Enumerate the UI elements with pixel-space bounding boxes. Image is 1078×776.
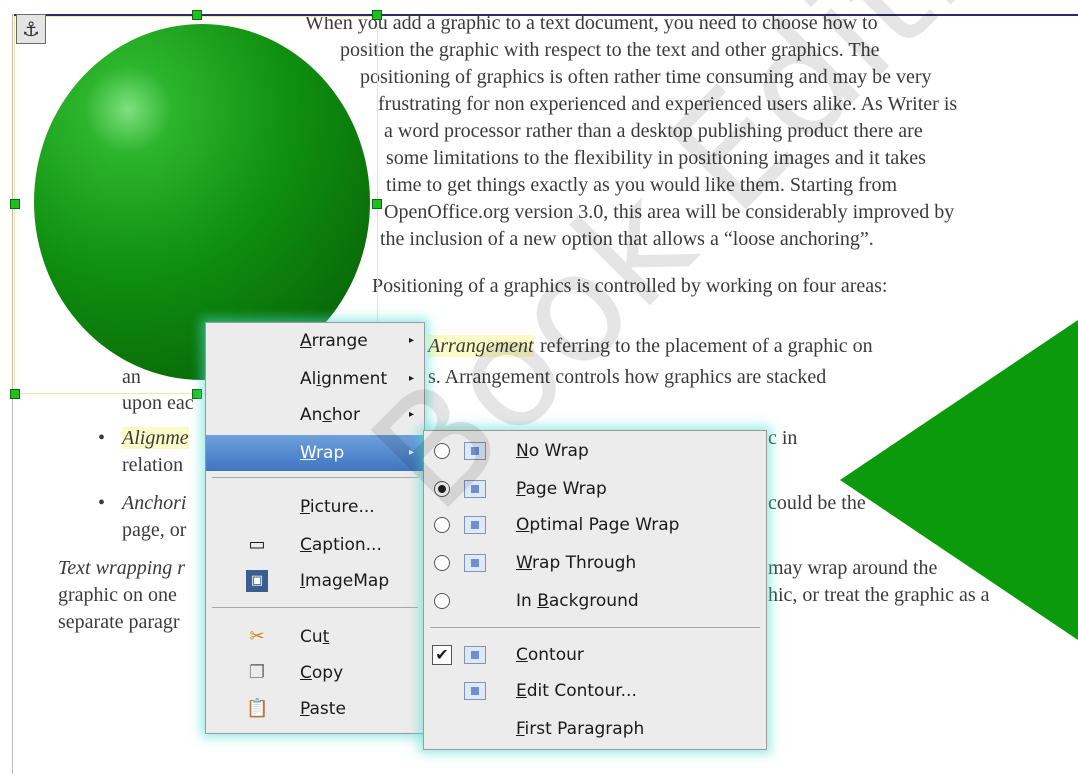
radio-button[interactable] xyxy=(434,443,450,459)
checkbox-checked[interactable]: ✔ xyxy=(432,645,452,665)
menu-item-label: Wrap Through xyxy=(516,553,637,573)
radio-button[interactable] xyxy=(434,593,450,609)
doc-line-2: position the graphic with respect to the… xyxy=(340,39,880,61)
menu-item-cut[interactable]: ✂ Cut xyxy=(206,619,424,655)
menu-item-label: Paste xyxy=(300,699,346,719)
copy-icon: ❐ xyxy=(248,662,266,683)
submenu-item-in-background[interactable]: In Background xyxy=(424,583,766,619)
doc-line-4: frustrating for non experienced and expe… xyxy=(378,93,958,115)
resize-handle-bottom-left[interactable] xyxy=(10,389,20,399)
doc-line-10: Positioning of a graphics is controlled … xyxy=(372,275,888,297)
menu-item-label: Optimal Page Wrap xyxy=(516,515,680,535)
alignment-highlight: Alignme xyxy=(122,427,189,449)
menu-separator xyxy=(430,627,760,628)
doc-frag-graphic: graphic on one xyxy=(58,584,177,606)
resize-handle-top[interactable] xyxy=(192,10,202,20)
submenu-item-first-paragraph[interactable]: First Paragraph xyxy=(424,711,766,747)
menu-item-label: ImageMap xyxy=(300,571,390,591)
submenu-arrow-icon: ▸ xyxy=(408,409,414,420)
green-triangle-graphic[interactable] xyxy=(840,320,1078,640)
caption-icon: ▭ xyxy=(248,534,266,555)
doc-frag-separate: separate paragr xyxy=(58,611,180,633)
arrangement-highlight: Arrangement xyxy=(428,335,534,357)
menu-item-label: Alignment xyxy=(300,369,388,389)
menu-item-label: Cut xyxy=(300,627,330,647)
menu-item-paste[interactable]: 📋 Paste xyxy=(206,691,424,727)
doc-arrangement-term: Arrangement xyxy=(428,333,534,360)
submenu-arrow-icon: ▸ xyxy=(408,447,414,458)
menu-item-copy[interactable]: ❐ Copy xyxy=(206,655,424,691)
optimal-wrap-icon xyxy=(464,516,486,534)
submenu-item-optimal-page-wrap[interactable]: Optimal Page Wrap xyxy=(424,507,766,543)
resize-handle-top-right[interactable] xyxy=(372,10,382,20)
submenu-item-page-wrap[interactable]: Page Wrap xyxy=(424,471,766,507)
doc-frag-wrapping: Text wrapping r xyxy=(58,557,186,579)
submenu-arrow-icon: ▸ xyxy=(408,373,414,384)
menu-item-label: Anchor xyxy=(300,405,360,425)
menu-item-imagemap[interactable]: ▣ ImageMap xyxy=(206,563,424,599)
paste-icon: 📋 xyxy=(246,698,269,719)
page-wrap-icon xyxy=(464,480,486,498)
doc-frag-relation: relation xyxy=(122,454,184,476)
bullet-1: • xyxy=(98,427,106,449)
doc-frag-alignment: Alignme xyxy=(122,425,189,452)
doc-line-9: the inclusion of a new option that allow… xyxy=(380,228,874,250)
menu-separator xyxy=(212,477,418,478)
doc-frag-in: c in xyxy=(768,427,798,449)
radio-button-selected[interactable] xyxy=(434,481,450,497)
submenu-item-no-wrap[interactable]: No Wrap xyxy=(424,433,766,469)
menu-item-alignment[interactable]: Alignment ▸ xyxy=(206,361,424,397)
bullet-2: • xyxy=(98,492,106,514)
resize-handle-right[interactable] xyxy=(372,199,382,209)
doc-line-7: time to get things exactly as you would … xyxy=(386,174,898,196)
menu-item-label: Caption... xyxy=(300,535,382,555)
submenu-item-wrap-through[interactable]: Wrap Through xyxy=(424,545,766,581)
context-menu: Arrange ▸ Alignment ▸ Anchor ▸ Wrap ▸ Pi… xyxy=(205,322,425,734)
wrap-through-icon xyxy=(464,554,486,572)
radio-button[interactable] xyxy=(434,517,450,533)
doc-line-5: a word processor rather than a desktop p… xyxy=(384,120,923,142)
contour-icon xyxy=(464,646,486,664)
doc-frag-anchoring: Anchori xyxy=(122,492,187,514)
doc-frag-stacked: s. Arrangement controls how graphics are… xyxy=(428,366,827,388)
doc-line-8: OpenOffice.org version 3.0, this area wi… xyxy=(384,201,955,223)
radio-button[interactable] xyxy=(434,555,450,571)
doc-line-6: some limitations to the flexibility in p… xyxy=(386,147,926,169)
doc-arrangement-text: referring to the placement of a graphic … xyxy=(540,335,873,357)
menu-item-label: Edit Contour... xyxy=(516,681,637,701)
menu-item-picture[interactable]: Picture... xyxy=(206,489,424,525)
wrap-submenu: No Wrap Page Wrap Optimal Page Wrap Wrap… xyxy=(423,430,767,750)
anchor-icon[interactable]: ⚓ xyxy=(16,14,46,44)
menu-item-label: Contour xyxy=(516,645,584,665)
menu-item-label: In Background xyxy=(516,591,639,611)
menu-item-arrange[interactable]: Arrange ▸ xyxy=(206,323,424,359)
menu-item-label: Picture... xyxy=(300,497,375,517)
menu-item-label: Arrange xyxy=(300,331,368,351)
scissors-icon: ✂ xyxy=(249,626,265,647)
menu-separator xyxy=(212,607,418,608)
doc-frag-page: page, or xyxy=(122,519,187,541)
menu-item-label: Page Wrap xyxy=(516,479,607,499)
resize-handle-left[interactable] xyxy=(10,199,20,209)
menu-item-label: No Wrap xyxy=(516,441,589,461)
menu-item-label: First Paragraph xyxy=(516,719,645,739)
submenu-item-contour[interactable]: ✔ Contour xyxy=(424,637,766,673)
doc-line-3: positioning of graphics is often rather … xyxy=(360,66,932,88)
menu-item-label: Copy xyxy=(300,663,344,683)
submenu-item-edit-contour[interactable]: Edit Contour... xyxy=(424,673,766,709)
menu-item-label: Wrap xyxy=(300,443,345,463)
edit-contour-icon xyxy=(464,682,486,700)
doc-line-1: When you add a graphic to a text documen… xyxy=(305,12,878,34)
menu-item-caption[interactable]: ▭ Caption... xyxy=(206,527,424,563)
imagemap-icon: ▣ xyxy=(246,570,268,592)
menu-item-anchor[interactable]: Anchor ▸ xyxy=(206,397,424,433)
no-wrap-icon xyxy=(464,442,486,460)
submenu-arrow-icon: ▸ xyxy=(408,335,414,346)
resize-handle-bottom[interactable] xyxy=(192,389,202,399)
menu-item-wrap[interactable]: Wrap ▸ xyxy=(206,435,424,471)
doc-frag-upon: upon eac xyxy=(122,392,194,414)
